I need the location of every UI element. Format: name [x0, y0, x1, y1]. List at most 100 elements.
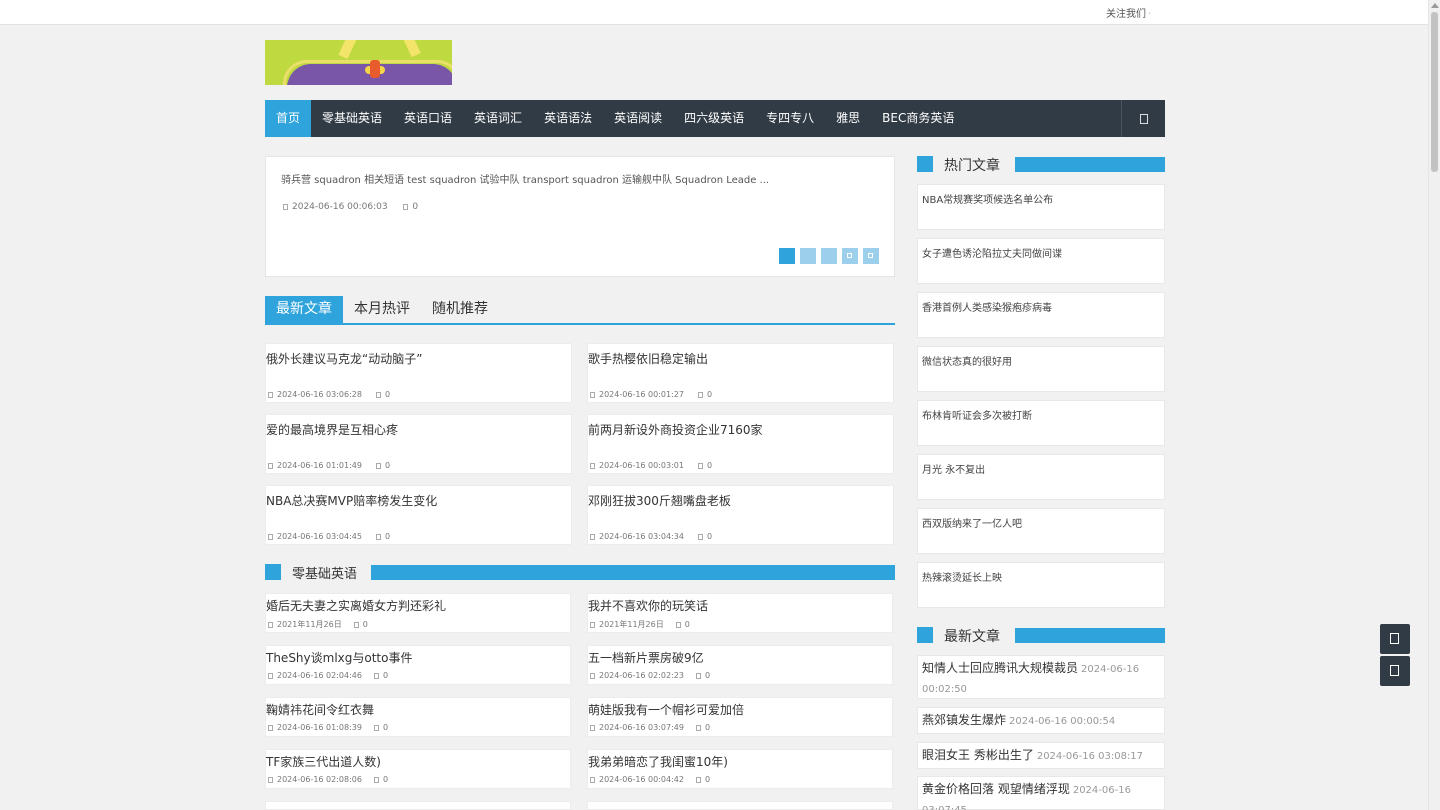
hot-article-item[interactable]: 女子遭色诱沦陷拉丈夫同做间谍 [917, 238, 1165, 284]
slider-pagination [779, 248, 879, 264]
slider-prev-button[interactable] [842, 248, 858, 264]
list-item-title[interactable]: 婚后无夫妻之实离婚女方判还彩礼 [266, 597, 446, 614]
list-item[interactable]: TheShy谈mlxg与otto事件 2024-06-16 02:04:46 0 [265, 645, 571, 685]
latest-article-item[interactable]: 燕郊镇发生爆炸 2024-06-16 00:00:54 [917, 707, 1165, 734]
list-item[interactable]: TF家族三代出道人数) 2024-06-16 02:08:06 0 [265, 749, 571, 789]
list-item-title[interactable]: TF家族三代出道人数) [266, 753, 381, 770]
comment-icon [373, 777, 379, 783]
nav-item-beginner[interactable]: 零基础英语 [311, 100, 393, 137]
section-heading: 零基础英语 [265, 563, 895, 582]
article-card[interactable]: 邓刚狂拔300斤翘嘴盘老板 2024-06-16 03:04:34 0 [587, 485, 894, 545]
list-item-title[interactable]: 鞠婧祎花间令红衣舞 [266, 701, 374, 718]
list-item[interactable]: 五一档新片票房破9亿 2024-06-16 02:02:23 0 [587, 645, 893, 685]
latest-article-title[interactable]: 眼泪女王 秀彬出生了 [922, 748, 1034, 762]
clock-icon [268, 392, 273, 398]
hot-article-item[interactable]: 热辣滚烫延长上映 [917, 562, 1165, 608]
hot-article-item[interactable]: 微信状态真的很好用 [917, 346, 1165, 392]
latest-article-title[interactable]: 黄金价格回落 观望情绪浮现 [922, 782, 1070, 796]
list-item-title[interactable]: TheShy谈mlxg与otto事件 [266, 649, 412, 666]
float-share-button[interactable] [1380, 624, 1410, 654]
scroll-up-arrow-icon[interactable] [1431, 3, 1439, 8]
slider-next-button[interactable] [863, 248, 879, 264]
clock-icon [268, 463, 273, 469]
hot-article-item[interactable]: 香港首例人类感染猴疱疹病毒 [917, 292, 1165, 338]
clock-icon [283, 204, 288, 210]
tab-latest[interactable]: 最新文章 [265, 296, 343, 323]
clock-icon [268, 534, 273, 540]
article-title[interactable]: 爱的最高境界是互相心疼 [266, 421, 398, 438]
article-card[interactable]: 俄外长建议马克龙“动动脑子” 2024-06-16 03:06:28 0 [265, 343, 572, 403]
list-item[interactable] [587, 801, 893, 810]
nav-item-speaking[interactable]: 英语口语 [393, 100, 463, 137]
share-icon [1390, 633, 1399, 644]
comment-icon [373, 673, 379, 679]
hot-article-item[interactable]: 月光 永不复出 [917, 454, 1165, 500]
list-item-title[interactable]: 五一档新片票房破9亿 [588, 649, 704, 666]
tab-monthly-hot[interactable]: 本月热评 [343, 296, 421, 323]
nav-item-cet[interactable]: 四六级英语 [673, 100, 755, 137]
comment-icon [697, 534, 703, 540]
list-item[interactable]: 鞠婧祎花间令红衣舞 2024-06-16 01:08:39 0 [265, 697, 571, 737]
slider-dot[interactable] [800, 248, 816, 264]
list-item[interactable]: 婚后无夫妻之实离婚女方判还彩礼 2021年11月26日 0 [265, 593, 571, 633]
article-card[interactable]: NBA总决赛MVP赔率榜发生变化 2024-06-16 03:04:45 0 [265, 485, 572, 545]
list-item[interactable]: 我弟弟暗恋了我闺蜜10年) 2024-06-16 00:04:42 0 [587, 749, 893, 789]
hot-article-item[interactable]: NBA常规赛奖项候选名单公布 [917, 184, 1165, 230]
article-title[interactable]: 俄外长建议马克龙“动动脑子” [266, 350, 422, 367]
list-item-title[interactable]: 我弟弟暗恋了我闺蜜10年) [588, 753, 728, 770]
clock-icon [590, 463, 595, 469]
slider-excerpt[interactable]: 骑兵营 squadron 相关短语 test squadron 试验中队 tra… [281, 171, 769, 186]
clock-icon [268, 725, 273, 731]
latest-article-item[interactable]: 眼泪女王 秀彬出生了 2024-06-16 03:08:17 [917, 742, 1165, 769]
follow-us-link[interactable]: 关注我们 [1106, 5, 1151, 20]
slider-dot[interactable] [779, 248, 795, 264]
article-title[interactable]: 歌手热樱依旧稳定输出 [588, 350, 708, 367]
clock-icon [590, 622, 595, 628]
nav-item-home[interactable]: 首页 [265, 100, 312, 137]
tab-random[interactable]: 随机推荐 [421, 296, 499, 323]
search-icon [1140, 114, 1148, 124]
section-title[interactable]: 零基础英语 [292, 563, 357, 582]
latest-article-item[interactable]: 黄金价格回落 观望情绪浮现2024-06-16 03:07:45 [917, 776, 1165, 810]
comment-icon [695, 673, 701, 679]
hot-article-item[interactable]: 西双版纳来了一亿人吧 [917, 508, 1165, 554]
nav-item-reading[interactable]: 英语阅读 [603, 100, 673, 137]
article-card[interactable]: 歌手热樱依旧稳定输出 2024-06-16 00:01:27 0 [587, 343, 894, 403]
search-button[interactable] [1121, 100, 1165, 137]
article-title[interactable]: 邓刚狂拔300斤翘嘴盘老板 [588, 492, 731, 509]
comment-icon [403, 204, 409, 210]
article-card[interactable]: 爱的最高境界是互相心疼 2024-06-16 01:01:49 0 [265, 414, 572, 474]
hot-articles-title: 热门文章 [944, 158, 1000, 174]
site-logo[interactable] [265, 40, 452, 85]
list-item-title[interactable]: 萌娃版我有一个帽衫可爱加倍 [588, 701, 744, 718]
clock-icon [590, 777, 595, 783]
latest-article-title[interactable]: 知情人士回应腾讯大规模裁员 [922, 661, 1078, 675]
latest-article-title[interactable]: 燕郊镇发生爆炸 [922, 713, 1006, 727]
back-to-top-button[interactable] [1380, 656, 1410, 686]
nav-item-bec[interactable]: BEC商务英语 [871, 100, 965, 137]
top-bar: 关注我们 [0, 0, 1428, 25]
latest-articles-title: 最新文章 [944, 629, 1000, 645]
list-item[interactable]: 萌娃版我有一个帽衫可爱加倍 2024-06-16 03:07:49 0 [587, 697, 893, 737]
article-title[interactable]: 前两月新设外商投资企业7160家 [588, 421, 763, 438]
hot-article-item[interactable]: 布林肯听证会多次被打断 [917, 400, 1165, 446]
nav-item-ielts[interactable]: 雅思 [825, 100, 871, 137]
arrow-up-icon [1390, 665, 1399, 676]
list-item[interactable]: 我并不喜欢你的玩笑话 2021年11月26日 0 [587, 593, 893, 633]
comment-icon [695, 777, 701, 783]
page-scrollbar[interactable] [1428, 0, 1440, 810]
clock-icon [268, 777, 273, 783]
list-item-title[interactable]: 我并不喜欢你的玩笑话 [588, 597, 708, 614]
clock-icon [590, 534, 595, 540]
nav-item-tem[interactable]: 专四专八 [755, 100, 825, 137]
nav-item-vocabulary[interactable]: 英语词汇 [463, 100, 533, 137]
slider-dot[interactable] [821, 248, 837, 264]
scroll-thumb[interactable] [1431, 12, 1438, 172]
comment-icon [375, 392, 381, 398]
article-title[interactable]: NBA总决赛MVP赔率榜发生变化 [266, 492, 437, 509]
article-card[interactable]: 前两月新设外商投资企业7160家 2024-06-16 00:03:01 0 [587, 414, 894, 474]
comment-icon [353, 622, 359, 628]
latest-article-item[interactable]: 知情人士回应腾讯大规模裁员 2024-06-16 00:02:50 [917, 655, 1165, 699]
nav-item-grammar[interactable]: 英语语法 [533, 100, 603, 137]
list-item[interactable] [265, 801, 571, 810]
